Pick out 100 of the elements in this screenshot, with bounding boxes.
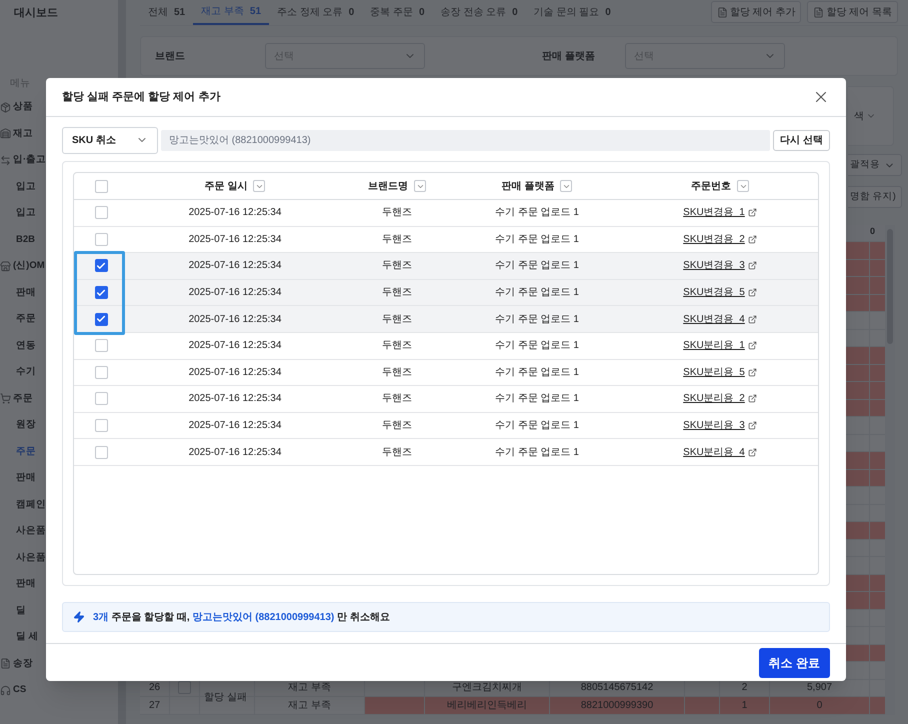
table-cell bbox=[870, 400, 885, 416]
sidebar-item[interactable]: 캠페인 bbox=[16, 498, 46, 512]
table-row[interactable]: 2025-07-16 12:25:34 두핸즈 수기 주문 업로드 1 SKU변경용_5 bbox=[74, 280, 818, 306]
sidebar-item[interactable]: 사은품 bbox=[16, 550, 46, 565]
table-cell-text: 수기 주문 업로드 1 bbox=[495, 419, 579, 434]
sidebar-item[interactable]: 수기 bbox=[16, 365, 36, 380]
checkbox[interactable] bbox=[94, 446, 108, 459]
document-icon bbox=[716, 6, 728, 18]
column-header[interactable]: 판매 플랫폼 bbox=[502, 178, 554, 194]
column-header[interactable]: 주문번호 bbox=[691, 178, 731, 194]
sidebar-item[interactable]: 입고 bbox=[16, 206, 36, 220]
checkbox[interactable] bbox=[94, 312, 108, 326]
external-link-icon[interactable] bbox=[748, 261, 757, 270]
sidebar-item[interactable]: 주문 bbox=[16, 312, 36, 326]
table-cell-text: 2025-07-16 12:25:34 bbox=[188, 312, 282, 327]
order-link[interactable]: SKU분리용_3 bbox=[683, 418, 745, 434]
apply-button[interactable]: 괄적용 bbox=[848, 154, 902, 176]
header-button[interactable]: 할당 제어 목록 bbox=[807, 1, 898, 23]
checkbox[interactable] bbox=[94, 180, 108, 192]
external-link-icon[interactable] bbox=[748, 421, 757, 430]
external-link-icon[interactable] bbox=[748, 394, 757, 404]
sidebar-item[interactable]: 상품 bbox=[13, 100, 33, 114]
sidebar-item[interactable]: 원장 bbox=[16, 418, 36, 432]
sidebar-item[interactable]: B2B bbox=[16, 232, 36, 247]
checkbox[interactable] bbox=[94, 259, 108, 272]
table-cell-text: 두핸즈 bbox=[382, 206, 412, 220]
external-link-icon[interactable] bbox=[748, 448, 757, 457]
order-link[interactable]: SKU변경용_5 bbox=[683, 285, 745, 300]
sidebar-item[interactable]: (신)OM bbox=[13, 259, 45, 274]
tab[interactable]: 주소 정제 오류 0 bbox=[269, 0, 362, 25]
tab[interactable]: 기술 문의 필요 0 bbox=[526, 0, 619, 25]
table-row[interactable]: 2025-07-16 12:25:34 두핸즈 수기 주문 업로드 1 SKU분리용_5 bbox=[74, 360, 818, 386]
sidebar-item[interactable]: 재고 bbox=[13, 126, 33, 141]
menu-icon bbox=[0, 128, 11, 140]
checkbox[interactable] bbox=[94, 232, 108, 246]
table-cell-text: 두핸즈 bbox=[382, 392, 412, 406]
checkbox[interactable] bbox=[178, 681, 191, 694]
table-row[interactable]: 2025-07-16 12:25:34 두핸즈 수기 주문 업로드 1 SKU변경용_2 bbox=[74, 226, 818, 254]
sidebar-item[interactable]: CS bbox=[13, 683, 26, 698]
sidebar-item[interactable]: 판매 bbox=[16, 577, 36, 592]
sidebar-item[interactable]: 딜 세 bbox=[16, 630, 39, 644]
product-field[interactable]: 망고는맛있어 (8821000999413) bbox=[161, 130, 770, 150]
column-header[interactable]: 브랜드명 bbox=[368, 178, 408, 194]
sidebar-item[interactable]: 연동 bbox=[16, 338, 36, 353]
external-link-icon[interactable] bbox=[748, 288, 757, 298]
table-cell-text: 수기 주문 업로드 1 bbox=[495, 392, 579, 406]
external-link-icon[interactable] bbox=[748, 208, 757, 218]
column-header: 0 bbox=[870, 225, 876, 238]
external-link-icon[interactable] bbox=[748, 314, 757, 324]
order-link[interactable]: SKU분리용_2 bbox=[683, 391, 745, 406]
sidebar-item[interactable]: 딜 bbox=[16, 604, 26, 618]
check-icon bbox=[96, 260, 106, 271]
tab[interactable]: 중복 주문 0 bbox=[362, 0, 432, 25]
table-cell bbox=[870, 574, 885, 591]
checkbox[interactable] bbox=[94, 392, 108, 406]
action-select[interactable]: SKU 취소 bbox=[62, 126, 158, 154]
table-cell-text: 재고 부족 bbox=[288, 698, 331, 713]
table-cell: 1 bbox=[720, 697, 770, 714]
checkbox[interactable] bbox=[94, 286, 108, 300]
table-cell bbox=[870, 470, 885, 486]
external-link-icon[interactable] bbox=[748, 234, 757, 244]
reselect-button[interactable]: 다시 선택 bbox=[773, 130, 830, 150]
table-cell-text: 수기 주문 업로드 1 bbox=[495, 259, 579, 274]
sidebar-item[interactable]: 대시보드 bbox=[14, 4, 58, 22]
order-link[interactable]: SKU변경용_1 bbox=[683, 205, 745, 220]
menu-icon bbox=[0, 684, 11, 696]
table-cell bbox=[870, 592, 885, 608]
checkbox[interactable] bbox=[94, 419, 108, 432]
table-cell-text: 할당 실패 bbox=[204, 690, 247, 704]
checkbox[interactable] bbox=[94, 206, 108, 220]
tab[interactable]: 재고 부족 51 bbox=[193, 0, 270, 25]
external-link-icon[interactable] bbox=[748, 341, 757, 350]
order-link[interactable]: SKU분리용_1 bbox=[683, 338, 745, 354]
sidebar-item[interactable]: 주문 bbox=[16, 444, 36, 459]
sidebar-item[interactable]: 판매 bbox=[16, 286, 36, 300]
tab[interactable]: 전체 51 bbox=[140, 0, 194, 25]
order-link[interactable]: SKU변경용_3 bbox=[683, 258, 745, 274]
sidebar-item[interactable]: 입고 bbox=[16, 180, 36, 194]
sidebar-item[interactable]: 주문 bbox=[13, 392, 33, 406]
external-link-icon[interactable] bbox=[748, 368, 757, 377]
order-link[interactable]: SKU분리용_5 bbox=[683, 364, 745, 380]
checkbox[interactable] bbox=[94, 339, 108, 352]
table-cell-text: 수기 주문 업로드 1 bbox=[495, 206, 579, 220]
order-link[interactable]: SKU변경용_2 bbox=[683, 232, 745, 247]
sidebar-item[interactable]: 입·출고 bbox=[13, 153, 46, 168]
tab[interactable]: 송장 전송 오류 0 bbox=[432, 0, 526, 25]
column-header[interactable]: 주문 일시 bbox=[204, 178, 248, 194]
order-link[interactable]: SKU변경용_4 bbox=[683, 312, 745, 327]
checkbox[interactable] bbox=[94, 366, 108, 379]
sidebar-item[interactable]: 판매 bbox=[16, 471, 36, 486]
table-row[interactable]: 2025-07-16 12:25:34 두핸즈 수기 주문 업로드 1 SKU변경용_4 bbox=[74, 306, 818, 333]
keep-button[interactable]: 명함 유지) bbox=[848, 186, 902, 208]
sidebar-item[interactable]: 송장 bbox=[13, 656, 33, 671]
confirm-button[interactable]: 취소 완료 bbox=[758, 648, 830, 678]
table-row[interactable]: 2025-07-16 12:25:34 두핸즈 수기 주문 업로드 1 SKU변경용_3 bbox=[74, 253, 818, 280]
table-cell-text: 2025-07-16 12:25:34 bbox=[188, 339, 282, 354]
sidebar-item[interactable]: 사은품 bbox=[16, 524, 46, 538]
order-link[interactable]: SKU분리용_4 bbox=[683, 444, 745, 460]
header-button[interactable]: 할당 제어 추가 bbox=[710, 1, 802, 23]
document-icon bbox=[813, 6, 824, 18]
